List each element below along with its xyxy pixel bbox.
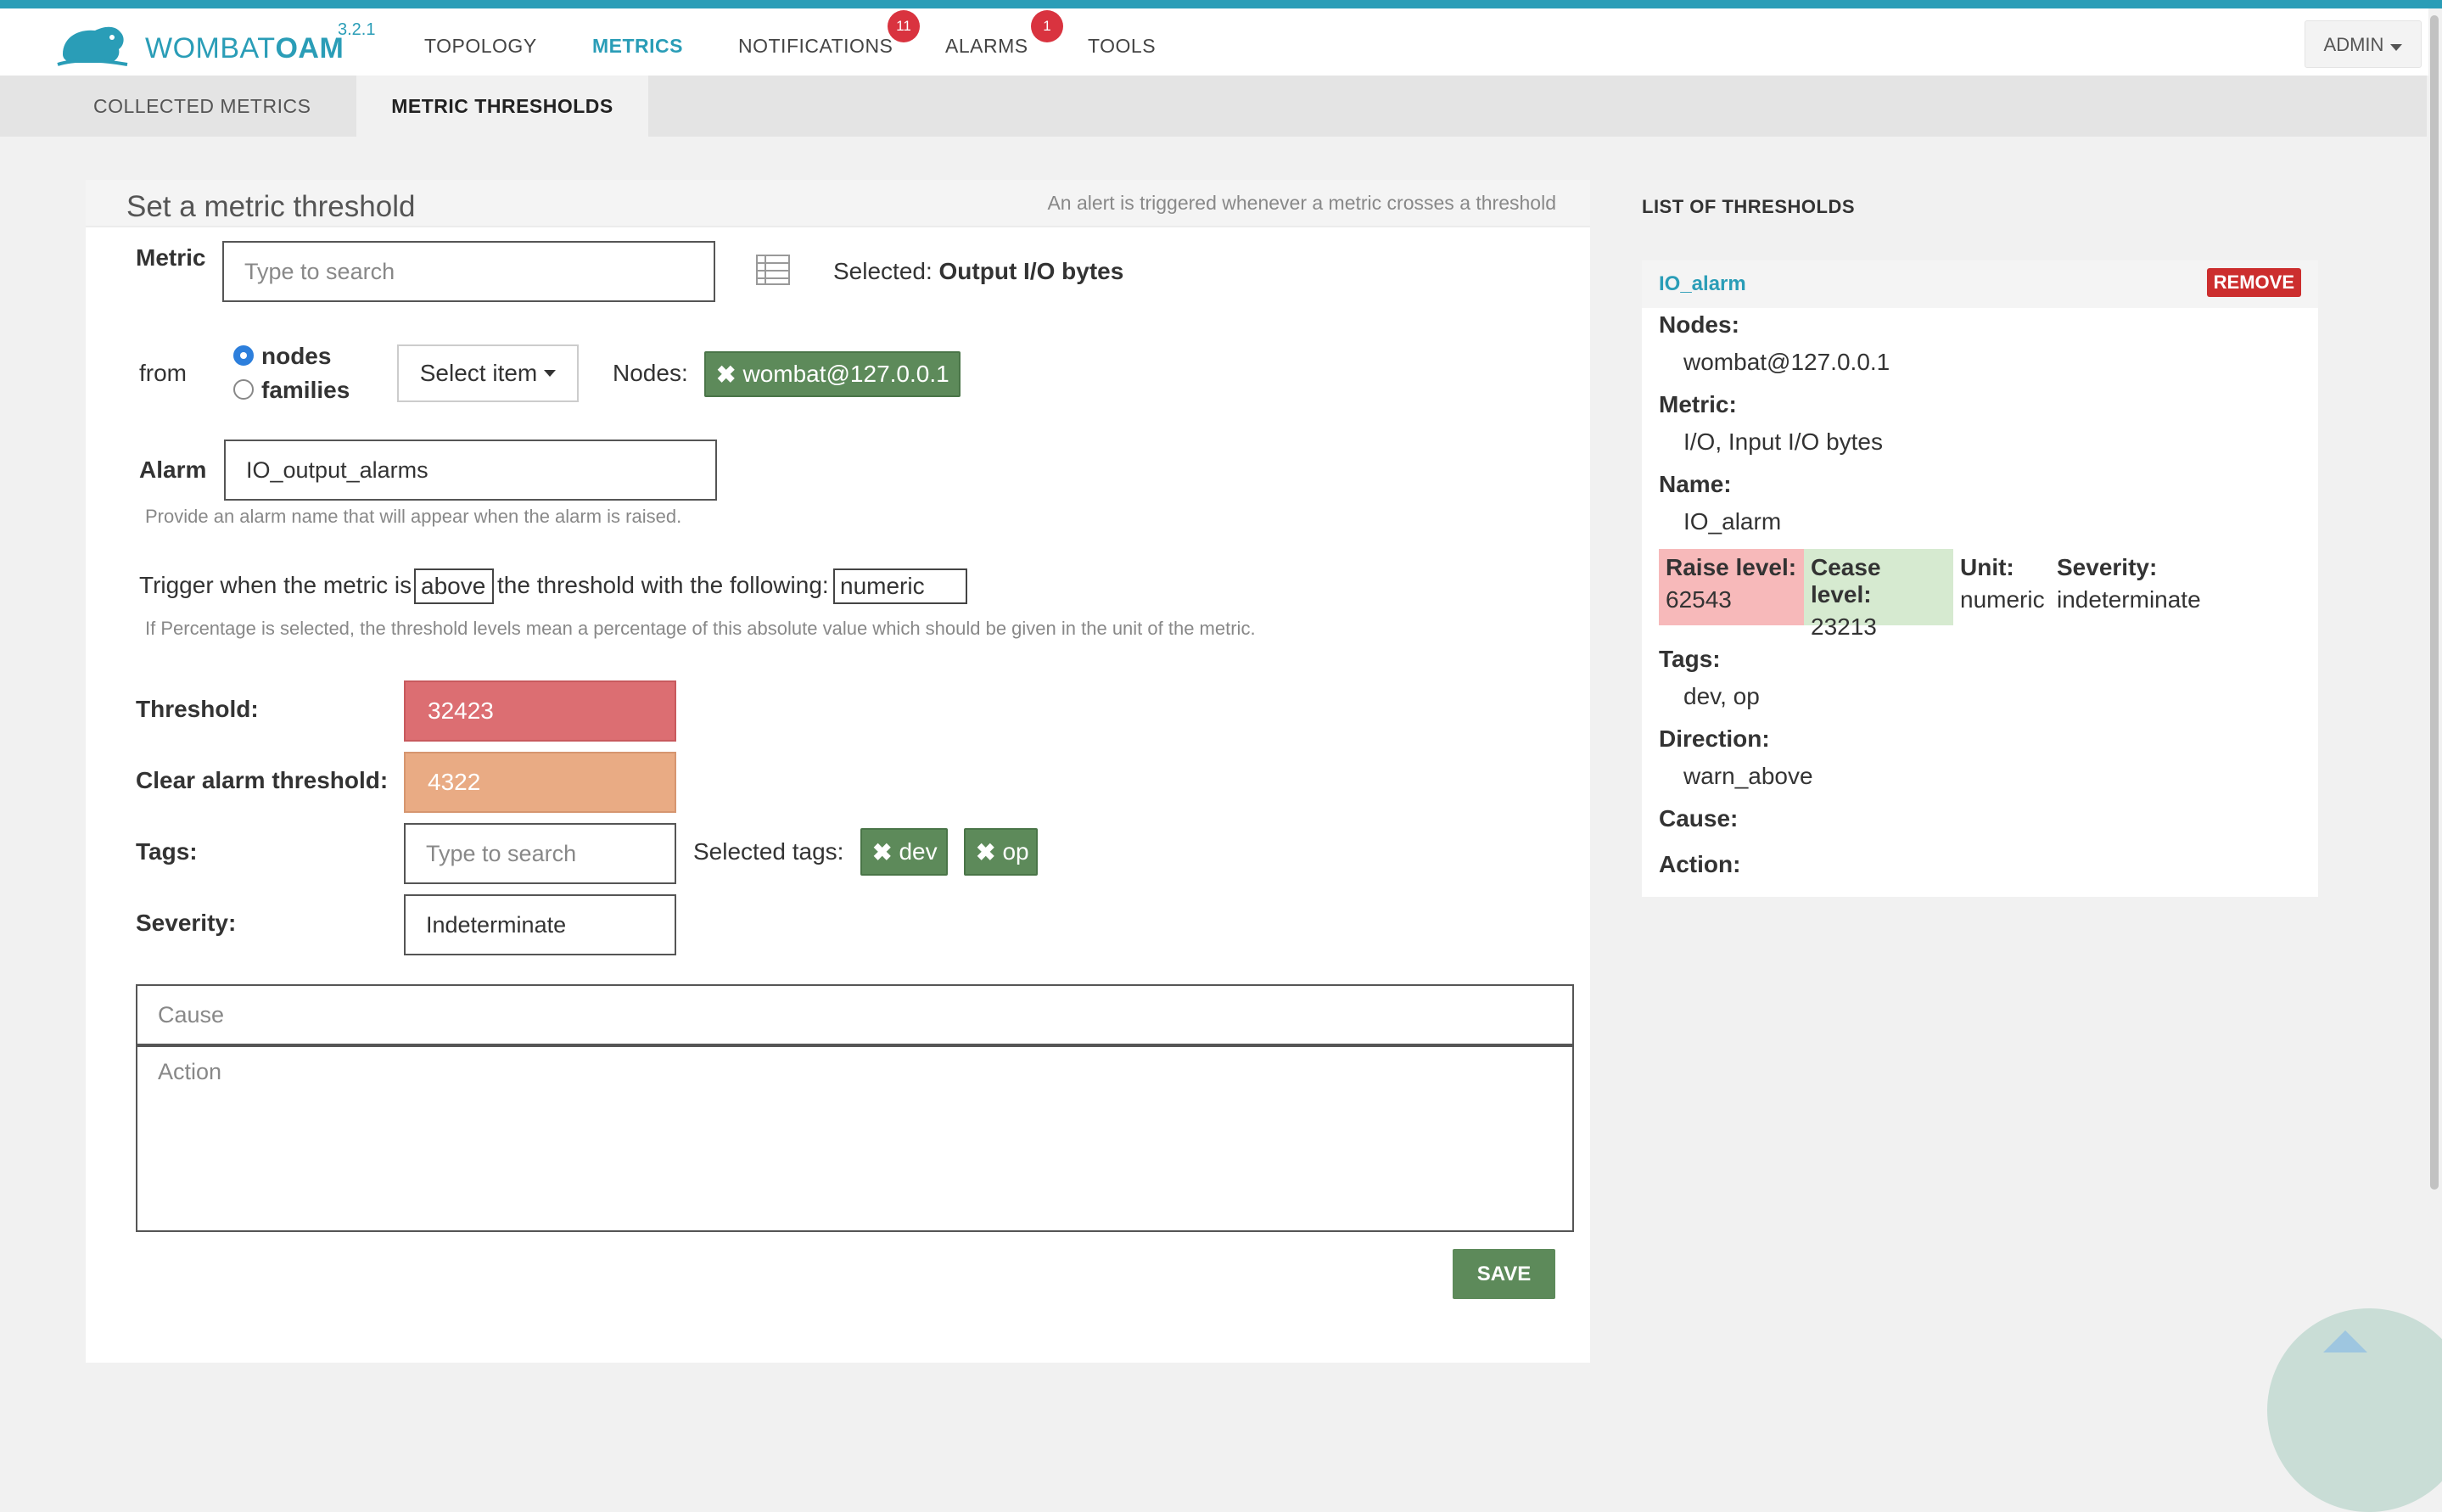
threshold-item-header: IO_alarm REMOVE	[1642, 260, 2318, 308]
unit-cell: Unit: numeric	[1960, 554, 2045, 613]
action-textarea[interactable]: Action	[136, 1045, 1574, 1232]
tag-chip-op[interactable]: ✖ op	[964, 828, 1038, 876]
metric-search-input[interactable]: Type to search	[222, 241, 715, 302]
trigger-help-text: If Percentage is selected, the threshold…	[145, 618, 1256, 639]
threshold-list-item: IO_alarm REMOVE Nodes: wombat@127.0.0.1 …	[1642, 260, 2318, 897]
clear-threshold-input[interactable]: 4322	[404, 752, 676, 813]
nav-metrics[interactable]: METRICS	[592, 35, 683, 58]
trigger-direction-select[interactable]: above	[414, 568, 494, 604]
metric-field-value: I/O, Input I/O bytes	[1683, 428, 1883, 455]
alarms-count-badge: 1	[1031, 10, 1063, 42]
notifications-count-badge: 11	[888, 10, 920, 42]
card-hint: An alert is triggered whenever a metric …	[1047, 192, 1556, 214]
alarm-help-text: Provide an alarm name that will appear w…	[145, 506, 682, 527]
select-item-dropdown[interactable]: Select item	[397, 344, 579, 402]
nodes-field-value: wombat@127.0.0.1	[1683, 349, 1890, 375]
direction-field-value: warn_above	[1683, 763, 1813, 789]
remove-button[interactable]: REMOVE	[2206, 268, 2301, 297]
nav-tools[interactable]: TOOLS	[1088, 35, 1156, 58]
nav-alarms[interactable]: ALARMS	[945, 35, 1028, 58]
list-of-thresholds-title: LIST OF THRESHOLDS	[1642, 196, 1855, 217]
admin-dropdown[interactable]: ADMIN	[2305, 20, 2422, 68]
alarm-name-input[interactable]: IO_output_alarms	[224, 440, 717, 501]
radio-nodes[interactable]	[233, 345, 254, 366]
page-scrollbar-thumb[interactable]	[2430, 15, 2439, 1190]
from-label: from	[139, 360, 187, 386]
table-list-icon[interactable]	[756, 255, 790, 285]
cause-input[interactable]: Cause	[136, 984, 1574, 1045]
tags-search-input[interactable]: Type to search	[404, 823, 676, 884]
name-field-label: Name:	[1659, 471, 1732, 497]
severity-label: Severity:	[136, 910, 237, 936]
wombat-logo-icon	[57, 26, 128, 66]
chevron-down-icon	[2390, 44, 2403, 51]
tags-field-value: dev, op	[1683, 683, 1760, 709]
save-button[interactable]: SAVE	[1453, 1249, 1555, 1299]
tab-collected-metrics[interactable]: COLLECTED METRICS	[59, 76, 344, 137]
top-navbar: WOMBATOAM 3.2.1 TOPOLOGY METRICS NOTIFIC…	[0, 8, 2442, 76]
threshold-item-name[interactable]: IO_alarm	[1659, 272, 1746, 296]
nav-topology[interactable]: TOPOLOGY	[424, 35, 537, 58]
card-header: Set a metric threshold An alert is trigg…	[86, 180, 1590, 227]
chevron-down-icon	[544, 370, 557, 377]
direction-field-label: Direction:	[1659, 725, 1770, 752]
tags-label: Tags:	[136, 838, 198, 865]
node-chip[interactable]: ✖ wombat@127.0.0.1	[704, 351, 961, 397]
alarm-label: Alarm	[139, 456, 207, 483]
brand-name[interactable]: WOMBATOAM	[145, 32, 344, 65]
sub-navbar: COLLECTED METRICS METRIC THRESHOLDS	[0, 76, 2427, 137]
selected-metric: Selected: Output I/O bytes	[833, 258, 1124, 284]
trigger-unit-select[interactable]: numeric	[833, 568, 967, 604]
radio-families[interactable]	[233, 379, 254, 400]
cease-level-cell: Cease level: 23213	[1804, 549, 1953, 640]
top-accent-bar	[0, 0, 2442, 8]
severity-cell: Severity: indeterminate	[2057, 554, 2201, 613]
tag-chip-dev[interactable]: ✖ dev	[860, 828, 948, 876]
nodes-field-label: Nodes:	[1659, 311, 1739, 338]
version-label: 3.2.1	[338, 20, 376, 39]
cause-field-label: Cause:	[1659, 805, 1739, 832]
threshold-label: Threshold:	[136, 696, 259, 722]
nodes-label: Nodes:	[613, 360, 688, 386]
threshold-input[interactable]: 32423	[404, 680, 676, 742]
nav-notifications[interactable]: NOTIFICATIONS	[738, 35, 893, 58]
page-title: Set a metric threshold	[126, 190, 416, 223]
tags-field-label: Tags:	[1659, 646, 1721, 672]
close-icon[interactable]: ✖	[976, 838, 995, 866]
metric-field-label: Metric:	[1659, 391, 1737, 417]
close-icon[interactable]: ✖	[872, 838, 892, 866]
metric-label: Metric	[136, 244, 206, 271]
tab-metric-thresholds[interactable]: METRIC THRESHOLDS	[356, 76, 648, 137]
raise-level-cell: Raise level: 62543	[1659, 549, 1804, 625]
selected-tags-label: Selected tags:	[693, 838, 844, 865]
arrow-up-icon[interactable]	[2323, 1330, 2367, 1352]
radio-families-label[interactable]: families	[261, 377, 350, 404]
trigger-prefix: Trigger when the metric is	[139, 572, 412, 598]
severity-input[interactable]: Indeterminate	[404, 894, 676, 955]
radio-nodes-label[interactable]: nodes	[261, 343, 331, 370]
close-icon[interactable]: ✖	[716, 361, 736, 389]
name-field-value: IO_alarm	[1683, 508, 1782, 535]
action-field-label: Action:	[1659, 851, 1741, 877]
threshold-form-card: Set a metric threshold An alert is trigg…	[86, 180, 1590, 1363]
clear-threshold-label: Clear alarm threshold:	[136, 767, 389, 793]
trigger-middle-text: the threshold with the following:	[497, 572, 829, 598]
